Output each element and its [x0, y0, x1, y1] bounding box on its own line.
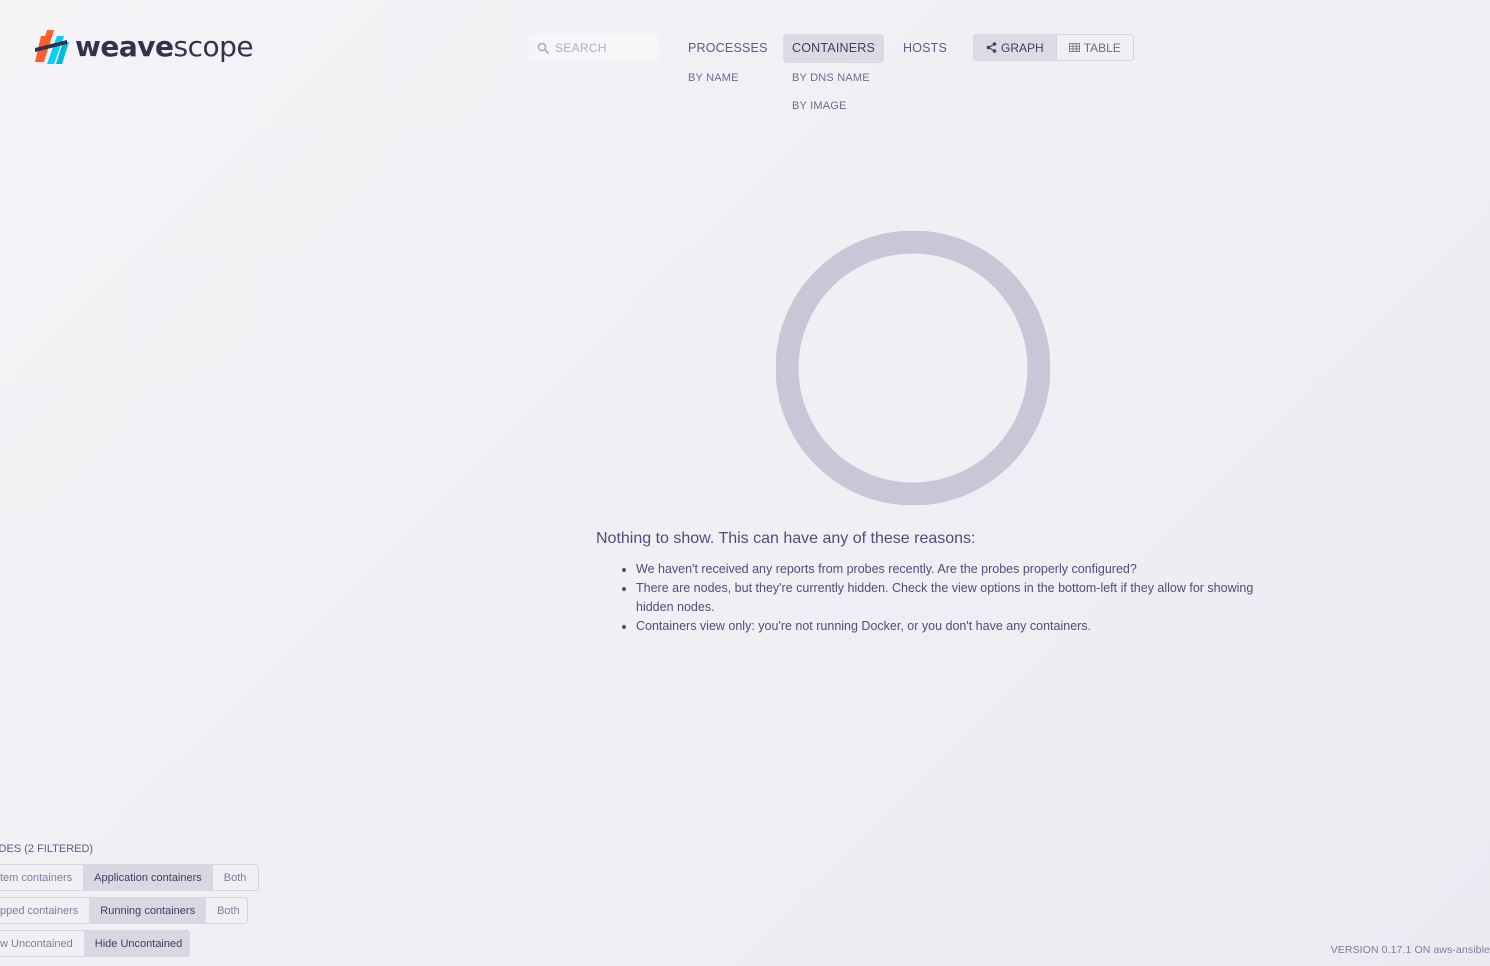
system-containers-option[interactable]: tem containers [0, 865, 83, 890]
show-uncontained-option[interactable]: w Uncontained [0, 931, 84, 956]
weavescope-logo[interactable]: weavescope [33, 28, 254, 66]
topology-processes-button[interactable]: PROCESSES [679, 34, 777, 63]
empty-state-reason: We haven't received any reports from pro… [636, 560, 1256, 579]
empty-state-reason: There are nodes, but they're currently h… [636, 579, 1256, 617]
sub-topology-containers-by-dns-name[interactable]: BY DNS NAME [783, 64, 884, 92]
empty-state-message: Nothing to show. This can have any of th… [596, 530, 1256, 636]
empty-graph-ring-icon [776, 231, 1050, 505]
version-footer: VERSION 0.17.1 ON aws-ansible [1330, 944, 1490, 956]
running-containers-option[interactable]: Running containers [89, 898, 207, 923]
sub-topology-containers-by-image[interactable]: BY IMAGE [783, 92, 884, 120]
brand-name-part2: scope [173, 30, 254, 63]
empty-state-reasons: We haven't received any reports from pro… [596, 560, 1256, 636]
share-graph-icon [986, 42, 997, 53]
empty-state-reason: Containers view only: you're not running… [636, 617, 1256, 636]
application-containers-option[interactable]: Application containers [83, 865, 213, 890]
topology-containers: CONTAINERS BY DNS NAME BY IMAGE [783, 34, 885, 120]
both-container-types-option[interactable]: Both [213, 865, 258, 890]
hide-uncontained-option[interactable]: Hide Uncontained [83, 931, 189, 956]
graph-view-button[interactable]: GRAPH [974, 35, 1057, 60]
topology-hosts-button[interactable]: HOSTS [894, 34, 956, 63]
table-view-button[interactable]: TABLE [1057, 35, 1133, 60]
brand-name-part1: weave [75, 30, 174, 63]
search-icon [537, 42, 549, 54]
topology-containers-button[interactable]: CONTAINERS [783, 34, 885, 63]
view-options-panel: ODES (2 FILTERED) tem containers Applica… [0, 840, 259, 957]
topology-processes: PROCESSES BY NAME [679, 34, 777, 92]
stopped-containers-option[interactable]: pped containers [0, 898, 89, 923]
table-view-label: TABLE [1083, 40, 1121, 55]
table-icon [1068, 43, 1080, 52]
topology-hosts: HOSTS [894, 34, 956, 63]
search-box[interactable] [529, 34, 659, 61]
search-input[interactable] [555, 40, 655, 55]
sub-topology-processes-by-name[interactable]: BY NAME [679, 64, 777, 92]
graph-view-label: GRAPH [1001, 40, 1044, 55]
uncontained-filter: w Uncontained Hide Uncontained [0, 930, 190, 957]
container-type-filter: tem containers Application containers Bo… [0, 864, 259, 891]
nodes-filtered-status: ODES (2 FILTERED) [0, 843, 94, 855]
container-state-filter: pped containers Running containers Both [0, 897, 248, 924]
weave-logo-icon [35, 30, 69, 64]
empty-state-title: Nothing to show. This can have any of th… [596, 530, 976, 547]
brand-name: weavescope [75, 28, 254, 66]
view-mode-toggle: GRAPH TABLE [973, 34, 1134, 61]
both-container-states-option[interactable]: Both [206, 898, 247, 923]
